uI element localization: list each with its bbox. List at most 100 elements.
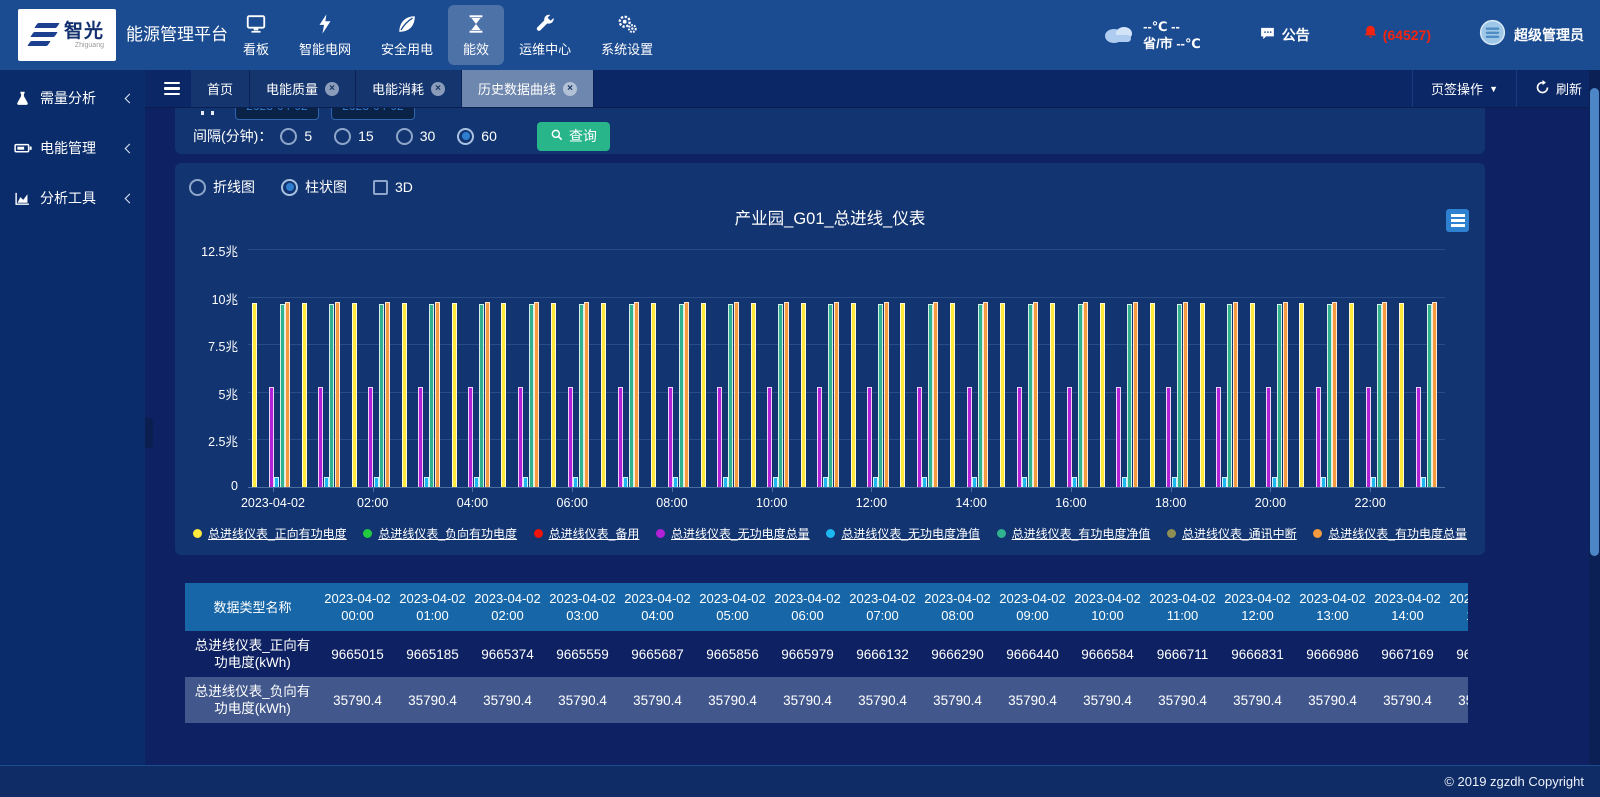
weather-widget[interactable]: --℃ -- 省/市 --℃ xyxy=(1101,18,1201,52)
tab-历史数据曲线[interactable]: 历史数据曲线 × xyxy=(462,70,594,107)
table-value-cell: 9666132 xyxy=(845,631,920,677)
speech-bubble-icon xyxy=(1259,25,1276,45)
table-header-cell: 2023-04-0205:00 xyxy=(695,583,770,631)
interval-row: 间隔(分钟)： 5153060 查询 xyxy=(193,121,610,151)
query-button[interactable]: 查询 xyxy=(537,122,610,151)
chart-bar xyxy=(568,387,573,487)
query-label: 查询 xyxy=(569,126,597,146)
chart-3d-checkbox[interactable] xyxy=(373,180,388,195)
nav-item-安全用电[interactable]: 安全用电 xyxy=(366,5,448,65)
interval-radio-5[interactable] xyxy=(280,128,297,145)
header-date: 2023-04-02 xyxy=(999,590,1066,607)
notice-button[interactable]: 公告 xyxy=(1259,25,1310,45)
chart-bar xyxy=(1183,302,1188,487)
chart-bar xyxy=(435,302,440,487)
tab-首页[interactable]: 首页 xyxy=(191,70,250,107)
tab-operations-dropdown[interactable]: 页签操作 ▼ xyxy=(1412,70,1516,107)
interval-radio-label: 60 xyxy=(481,128,497,144)
chart-bar xyxy=(1017,387,1022,487)
cloud-icon xyxy=(1101,21,1137,50)
header-date: 2023-04-02 xyxy=(474,590,541,607)
legend-dot-icon xyxy=(193,529,202,538)
chart-bar xyxy=(1272,477,1277,487)
y-axis-tick-label: 0 xyxy=(178,479,238,493)
x-axis-tick-label: 10:00 xyxy=(727,496,817,510)
end-date-input[interactable]: 2023-04-02 xyxy=(331,108,415,120)
x-axis-tick-label: 12:00 xyxy=(826,496,916,510)
tab-label: 历史数据曲线 xyxy=(478,79,556,98)
interval-radio-60[interactable] xyxy=(457,128,474,145)
close-icon[interactable]: × xyxy=(325,82,339,96)
chart-bar xyxy=(1172,477,1177,487)
table-value-cell: 9667169 xyxy=(1370,631,1445,677)
chart-bar xyxy=(523,477,528,487)
chart-context-menu-button[interactable] xyxy=(1446,209,1469,232)
tab-电能质量[interactable]: 电能质量× xyxy=(250,70,356,107)
chart-bar xyxy=(928,304,933,487)
legend-label: 总进线仪表_备用 xyxy=(549,525,640,542)
nav-item-label: 运维中心 xyxy=(519,39,571,58)
legend-dot-icon xyxy=(363,529,372,538)
brand-logo[interactable]: 智光 Zhiguang xyxy=(18,9,116,61)
interval-radio-30[interactable] xyxy=(396,128,413,145)
close-icon[interactable]: × xyxy=(431,82,445,96)
chart-bar xyxy=(784,302,789,487)
legend-item[interactable]: 总进线仪表_无功电度总量 xyxy=(656,525,810,542)
chart-bar xyxy=(1316,387,1321,487)
scrollbar-thumb[interactable] xyxy=(1590,88,1599,556)
chart-bar xyxy=(1399,303,1404,487)
sidebar-collapse-handle[interactable] xyxy=(145,418,153,448)
chart-bar xyxy=(402,303,407,487)
gridline xyxy=(248,297,1445,298)
sidebar-item-需量分析[interactable]: 需量分析 xyxy=(0,76,145,120)
legend-dot-icon xyxy=(826,529,835,538)
legend-item[interactable]: 总进线仪表_负向有功电度 xyxy=(363,525,517,542)
chart-bar xyxy=(1177,304,1182,487)
legend-item[interactable]: 总进线仪表_有功电度总量 xyxy=(1313,525,1467,542)
legend-item[interactable]: 总进线仪表_备用 xyxy=(534,525,640,542)
interval-radio-label: 30 xyxy=(420,128,436,144)
table-value-cell: 9666290 xyxy=(920,631,995,677)
legend-item[interactable]: 总进线仪表_无功电度净值 xyxy=(826,525,980,542)
legend-dot-icon xyxy=(534,529,543,538)
header-date: 2023-04-02 xyxy=(399,590,466,607)
weather-temp: --℃ -- xyxy=(1143,18,1201,35)
table-value-cell: 9666711 xyxy=(1145,631,1220,677)
nav-item-label: 安全用电 xyxy=(381,39,433,58)
start-date-input[interactable]: 2023-04-02 xyxy=(235,108,319,120)
header-date: 2023-04-02 xyxy=(624,590,691,607)
chart-title: 产业园_G01_总进线_仪表 xyxy=(175,205,1485,229)
chart-bar xyxy=(867,387,872,487)
vertical-scrollbar[interactable] xyxy=(1589,70,1600,765)
interval-radio-15[interactable] xyxy=(334,128,351,145)
chart-bar xyxy=(823,477,828,487)
sidebar-item-分析工具[interactable]: 分析工具 xyxy=(0,176,145,220)
bell-icon xyxy=(1362,24,1379,46)
close-icon[interactable]: × xyxy=(563,82,577,96)
legend-item[interactable]: 总进线仪表_正向有功电度 xyxy=(193,525,347,542)
x-axis-tick-label: 2023-04-02 xyxy=(228,496,318,510)
chart-bar xyxy=(1222,477,1227,487)
nav-item-系统设置[interactable]: 系统设置 xyxy=(586,5,668,65)
nav-item-能效[interactable]: 能效 xyxy=(448,5,504,65)
chart-bar xyxy=(922,477,927,487)
sidebar-item-电能管理[interactable]: 电能管理 xyxy=(0,126,145,170)
table-header-cell: 2023-04-0207:00 xyxy=(845,583,920,631)
alarm-button[interactable]: (64527) xyxy=(1362,24,1431,46)
nav-item-运维中心[interactable]: 运维中心 xyxy=(504,5,586,65)
user-menu[interactable]: 超级管理员 xyxy=(1479,19,1584,51)
tab-电能消耗[interactable]: 电能消耗× xyxy=(356,70,462,107)
refresh-button[interactable]: 刷新 xyxy=(1516,70,1600,107)
legend-item[interactable]: 总进线仪表_通讯中断 xyxy=(1167,525,1297,542)
chart-bar xyxy=(452,303,457,487)
chart-type-radio-折线图[interactable] xyxy=(189,179,206,196)
nav-item-看板[interactable]: 看板 xyxy=(228,5,284,65)
chart-bar xyxy=(1283,302,1288,487)
chart-type-radio-柱状图[interactable] xyxy=(281,179,298,196)
sidebar-toggle-button[interactable] xyxy=(153,70,191,107)
nav-item-智能电网[interactable]: 智能电网 xyxy=(284,5,366,65)
chart-bar xyxy=(374,477,379,487)
table-value-cell: 35790.4 xyxy=(695,677,770,723)
chart-bar xyxy=(1227,304,1232,487)
legend-item[interactable]: 总进线仪表_有功电度净值 xyxy=(997,525,1151,542)
